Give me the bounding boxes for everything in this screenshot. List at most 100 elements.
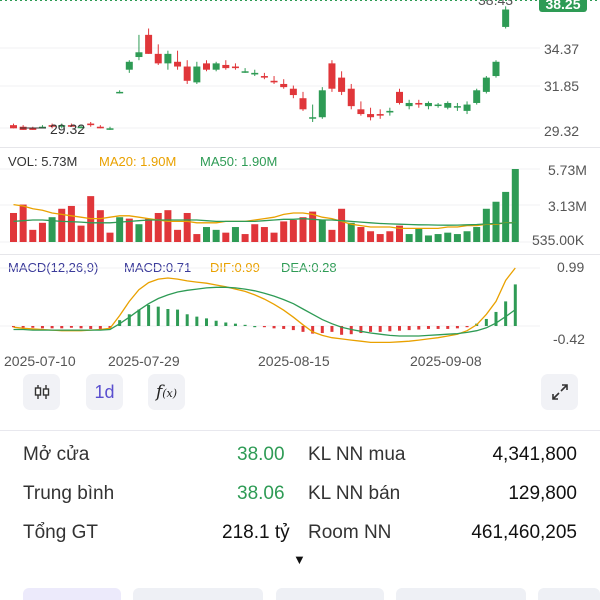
stock-chart-screen: 34.37 31.85 29.32 38.43 38.25 29.32 VOL:… [0,0,600,600]
volume-bar [289,220,297,242]
candle-body [367,114,375,118]
volume-bar [367,231,375,242]
macd-histogram-bar [417,326,421,330]
candle-body [222,64,230,69]
candle-body [482,77,490,92]
candle-body [193,66,201,83]
volume-bar [251,224,259,242]
candle-body [125,61,133,70]
candle-body [135,52,143,58]
candlestick-icon [34,385,49,399]
dea-line [13,286,516,337]
macd-histogram-bar [214,320,218,326]
volume-bar [463,231,471,242]
volume-bar [434,234,442,242]
foreign-room-label: Room NN [308,522,392,543]
volume-bar [154,212,162,242]
interval-label: 1d [94,381,115,402]
macd-histogram-bar [484,318,488,326]
candle-body [280,83,288,88]
open-label: Mở cửa [23,444,90,465]
price-chart[interactable]: 34.37 31.85 29.32 38.43 38.25 29.32 [0,0,600,145]
macd-chart[interactable]: MACD(12,26,9) MACD:0.71 DIF:0.99 DEA:0.2… [0,254,600,374]
volume-bar [424,235,432,242]
candle-body [270,80,278,83]
volume-bar [10,212,17,242]
high-price-label: 38.43 [478,0,513,8]
volume-bar [309,211,317,242]
macd-histogram-bar [301,326,305,332]
average-value: 38.06 [237,483,285,504]
macd-histogram-bar [50,326,54,329]
foreign-buy-value: 4,341,800 [492,444,577,465]
candle-body [434,104,442,107]
macd-histogram-bar [195,316,199,326]
macd-histogram-bar [465,326,469,328]
stats-row: Mở cửa 38.00 KL NN mua 4,341,800 [0,436,600,474]
fullscreen-button[interactable] [541,374,578,410]
chart-type-button[interactable] [23,374,60,410]
bottom-tab[interactable] [538,588,600,600]
macd-histogram-bar [176,309,180,326]
volume-bar [77,225,85,242]
macd-histogram-bar [282,326,286,329]
candle-body [463,104,471,111]
expand-icon [551,384,568,400]
volume-bar [231,227,239,242]
candle-body [357,109,365,115]
macd-histogram-bar [31,326,35,328]
volume-bar [106,232,114,242]
foreign-room-value: 461,460,205 [471,522,577,543]
average-label: Trung bình [23,483,115,504]
volume-axis-label: 5.73M [548,162,587,178]
volume-bar [511,169,519,242]
volume-bar [241,234,249,242]
macd-histogram-bar [60,326,64,329]
volume-chart[interactable]: VOL: 5.73M MA20: 1.90M MA50: 1.90M 5.73M… [0,147,600,252]
volume-bar [299,217,307,242]
foreign-buy-label: KL NN mua [308,444,406,465]
dif-line [13,267,516,344]
price-axis-label: 34.37 [544,41,579,57]
macd-histogram-bar [291,326,295,331]
bottom-tab[interactable] [396,588,526,600]
volume-bar [318,220,326,242]
volume-bar [145,218,153,242]
ma20-legend: MA20: 1.90M [99,154,176,169]
candle-body [444,102,452,108]
volume-bar [260,227,268,242]
indicator-button[interactable]: f(x) [148,374,185,410]
macd-histogram-bar [369,326,373,332]
macd-histogram-bar [243,324,247,327]
candle-body [289,88,297,96]
candle-body [174,61,182,67]
volume-bar [164,210,172,242]
candle-body [96,126,104,129]
bottom-tab[interactable] [133,588,263,600]
macd-histogram-bar [89,326,93,329]
volume-bar [135,224,143,242]
macd-histogram-bar [185,314,189,326]
volume-bar [328,229,336,242]
volume-bar [492,201,500,242]
bottom-tab[interactable] [23,588,121,600]
expand-stats-caret-icon[interactable]: ▼ [293,552,306,567]
interval-button[interactable]: 1d [86,374,123,410]
foreign-sell-value: 129,800 [508,483,577,504]
macd-histogram-bar [426,326,430,329]
candle-body [405,102,413,107]
macd-histogram-bar [40,326,44,329]
x-axis-label: 2025-09-08 [410,353,482,369]
candle-body [299,98,307,110]
candle-body [106,128,114,130]
last-price-tag-text: 38.25 [545,0,580,12]
volume-bar [116,217,124,242]
macd-histogram-bar [21,326,25,328]
candle-body [453,106,461,108]
volume-axis-label: 535.00K [532,232,585,248]
candle-body [318,90,326,118]
bottom-tab[interactable] [276,588,384,600]
macd-histogram-bar [147,304,151,326]
macd-histogram-bar [272,326,276,329]
stats-row: Tổng GT 218.1 tỷ Room NN 461,460,205 [0,514,600,552]
